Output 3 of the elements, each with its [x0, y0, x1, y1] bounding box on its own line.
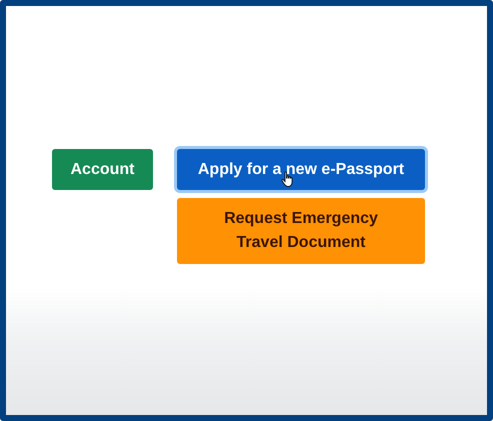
button[interactable]: Request Emergency Travel Document — [177, 198, 425, 264]
button[interactable]: Apply for a new e-Passport — [177, 149, 425, 190]
button[interactable]: Account — [52, 149, 153, 190]
